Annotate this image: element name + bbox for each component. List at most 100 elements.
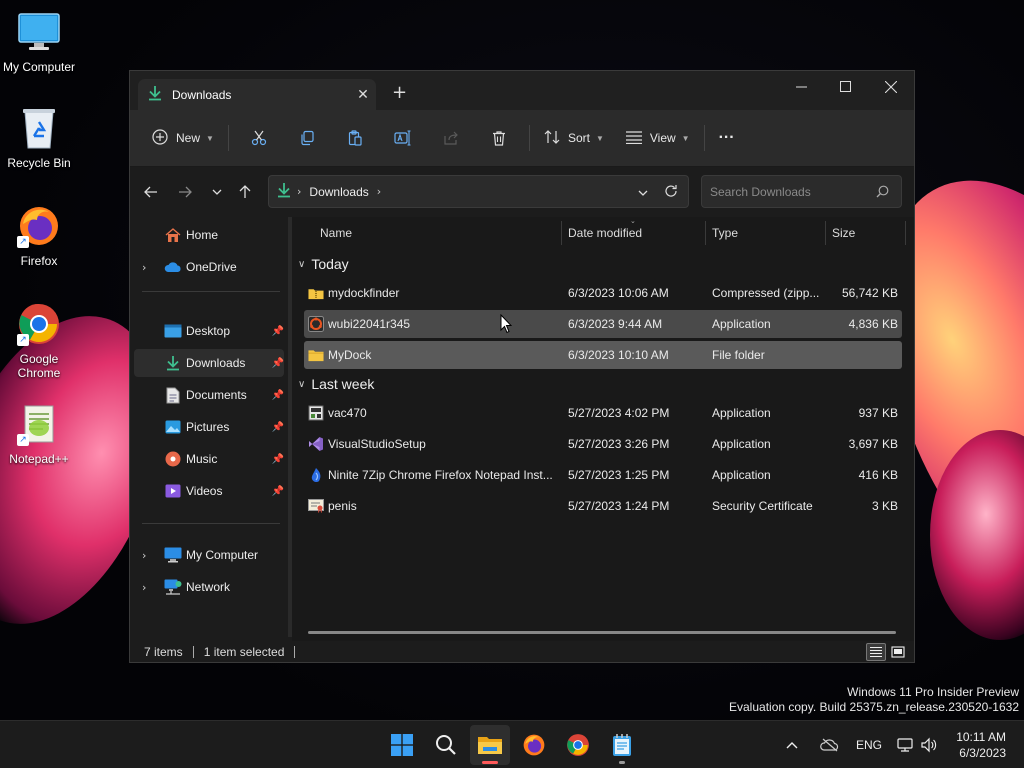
- search-icon[interactable]: [876, 185, 889, 201]
- file-row-ninite[interactable]: Ninite 7Zip Chrome Firefox Notepad Inst.…: [304, 461, 902, 489]
- file-row-wubi22041r345[interactable]: wubi22041r345 6/3/2023 9:44 AM Applicati…: [304, 310, 902, 338]
- file-row-mydock[interactable]: MyDock 6/3/2023 10:10 AM File folder: [304, 341, 902, 369]
- clock[interactable]: 10:11 AM 6/3/2023: [956, 729, 1006, 761]
- up-button[interactable]: [234, 181, 256, 203]
- address-history-button[interactable]: [638, 185, 648, 199]
- expand-chevron-icon[interactable]: ›: [142, 549, 146, 562]
- command-bar: New ▼ Sort ▼ View ▼ ···: [130, 110, 914, 167]
- view-button-label: View: [649, 131, 676, 145]
- sidebar-item-desktop[interactable]: Desktop 📌: [134, 317, 284, 345]
- language-label: ENG: [856, 738, 883, 752]
- file-date: 6/3/2023 9:44 AM: [568, 317, 663, 331]
- column-divider[interactable]: [905, 221, 906, 245]
- sidebar-item-documents[interactable]: Documents 📌: [134, 381, 284, 409]
- search-box[interactable]: [701, 175, 902, 208]
- sidebar-item-network[interactable]: › Network: [134, 573, 284, 601]
- sidebar-item-home[interactable]: Home: [134, 221, 284, 249]
- minimize-button[interactable]: [778, 71, 824, 102]
- navigation-pane: Home › OneDrive Desktop 📌 Downloads 📌 Do…: [130, 217, 288, 637]
- running-indicator: [482, 761, 498, 764]
- close-window-button[interactable]: [868, 71, 914, 102]
- tiles-view-button[interactable]: [888, 643, 908, 661]
- list-lines-icon: [625, 130, 642, 147]
- details-view-icon: [870, 646, 882, 658]
- show-hidden-icons-button[interactable]: [786, 721, 798, 768]
- expand-chevron-icon[interactable]: ›: [142, 261, 146, 274]
- rename-button[interactable]: [379, 122, 427, 154]
- language-indicator[interactable]: ENG: [856, 721, 882, 768]
- sidebar-item-music[interactable]: Music 📌: [134, 445, 284, 473]
- pin-icon: 📌: [271, 357, 284, 369]
- file-type: Compressed (zipp...: [712, 286, 820, 300]
- close-tab-icon[interactable]: ✕: [350, 87, 376, 103]
- taskbar-notepad[interactable]: [602, 725, 642, 765]
- start-button[interactable]: [382, 725, 422, 765]
- maximize-button[interactable]: [822, 71, 868, 102]
- taskbar-chrome[interactable]: [558, 725, 598, 765]
- column-divider[interactable]: [705, 221, 706, 245]
- column-header-type[interactable]: Type: [712, 217, 822, 249]
- breadcrumb-separator-icon[interactable]: ›: [297, 185, 301, 198]
- desktop-icon-recycle-bin[interactable]: Recycle Bin: [0, 106, 78, 170]
- network-tray-icon[interactable]: [897, 721, 915, 768]
- details-view-button[interactable]: [866, 643, 886, 661]
- column-header-label: Type: [712, 226, 739, 240]
- file-type: Security Certificate: [712, 499, 813, 513]
- sidebar-item-onedrive[interactable]: › OneDrive: [134, 253, 284, 281]
- desktop-icon-my-computer[interactable]: My Computer: [0, 10, 78, 74]
- paste-button[interactable]: [331, 122, 379, 154]
- onedrive-tray-icon[interactable]: [820, 721, 840, 768]
- taskbar-firefox[interactable]: [514, 725, 554, 765]
- breadcrumb-separator-icon[interactable]: ›: [377, 185, 381, 198]
- desktop-icon-label: Notepad++: [9, 452, 69, 466]
- group-header-last-week[interactable]: ∨ Last week: [298, 373, 374, 395]
- delete-button[interactable]: [475, 122, 523, 154]
- title-bar[interactable]: Downloads ✕ +: [130, 71, 914, 110]
- file-row-visualstudiosetup[interactable]: VisualStudioSetup 5/27/2023 3:26 PM Appl…: [304, 430, 902, 458]
- sidebar-item-downloads[interactable]: Downloads 📌: [134, 349, 284, 377]
- new-button[interactable]: New ▼: [144, 122, 222, 154]
- share-button[interactable]: [427, 122, 475, 154]
- sidebar-item-my-computer[interactable]: › My Computer: [134, 541, 284, 569]
- back-button[interactable]: [140, 181, 162, 203]
- desktop-icon-google-chrome[interactable]: ↗ Google Chrome: [0, 302, 78, 380]
- file-row-penis[interactable]: penis 5/27/2023 1:24 PM Security Certifi…: [304, 492, 902, 520]
- chevron-up-icon: [786, 742, 798, 749]
- recent-locations-button[interactable]: [206, 181, 228, 203]
- desktop-icon-notepadpp[interactable]: ↗ Notepad++: [0, 402, 78, 466]
- search-icon: [436, 735, 456, 755]
- view-button[interactable]: View ▼: [618, 122, 698, 154]
- column-divider[interactable]: [825, 221, 826, 245]
- horizontal-scrollbar[interactable]: [308, 631, 896, 634]
- volume-tray-icon[interactable]: [920, 721, 938, 768]
- search-taskbar-button[interactable]: [426, 725, 466, 765]
- more-options-button[interactable]: ···: [711, 122, 743, 154]
- search-input[interactable]: [710, 184, 870, 199]
- sidebar-item-pictures[interactable]: Pictures 📌: [134, 413, 284, 441]
- forward-button[interactable]: [174, 181, 196, 203]
- group-header-today[interactable]: ∨ Today: [298, 253, 349, 275]
- column-header-name[interactable]: Name: [320, 217, 560, 249]
- taskbar-file-explorer[interactable]: [470, 725, 510, 765]
- file-row-vac470[interactable]: vac470 5/27/2023 4:02 PM Application 937…: [304, 399, 902, 427]
- address-bar[interactable]: › Downloads ›: [268, 175, 689, 208]
- file-size: 3,697 KB: [848, 437, 898, 451]
- sort-button[interactable]: Sort ▼: [536, 122, 612, 154]
- breadcrumb-downloads[interactable]: Downloads: [309, 185, 368, 199]
- new-tab-button[interactable]: +: [392, 82, 407, 103]
- zip-folder-icon: [308, 285, 324, 301]
- refresh-button[interactable]: [664, 184, 678, 201]
- file-row-mydockfinder[interactable]: mydockfinder 6/3/2023 10:06 AM Compresse…: [304, 279, 902, 307]
- column-header-date[interactable]: Date modified: [568, 217, 708, 249]
- desktop-icon-firefox[interactable]: ↗ Firefox: [0, 204, 78, 268]
- share-icon: [444, 131, 458, 145]
- refresh-icon: [665, 185, 677, 197]
- cut-button[interactable]: [235, 122, 283, 154]
- column-header-size[interactable]: Size: [832, 217, 902, 249]
- tab-downloads[interactable]: Downloads ✕: [138, 79, 376, 110]
- copy-button[interactable]: [283, 122, 331, 154]
- file-size: 416 KB: [858, 468, 898, 482]
- sidebar-item-videos[interactable]: Videos 📌: [134, 477, 284, 505]
- column-divider[interactable]: [561, 221, 562, 245]
- expand-chevron-icon[interactable]: ›: [142, 581, 146, 594]
